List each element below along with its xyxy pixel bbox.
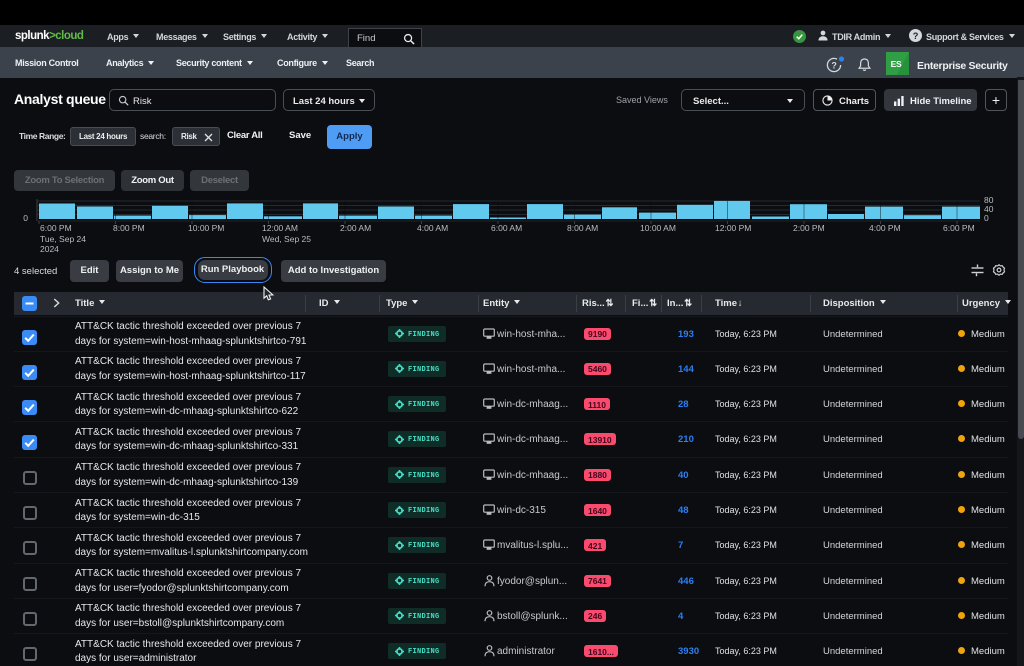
svg-text:8:00 PM: 8:00 PM [113, 223, 145, 233]
svg-text:10:00 PM: 10:00 PM [188, 223, 224, 233]
svg-text:10:00 AM: 10:00 AM [640, 223, 676, 233]
svg-text:6:00 AM: 6:00 AM [491, 223, 522, 233]
svg-text:4:00 PM: 4:00 PM [869, 223, 901, 233]
svg-text:4:00 AM: 4:00 AM [417, 223, 448, 233]
svg-text:0: 0 [23, 213, 28, 223]
svg-text:Wed, Sep 25: Wed, Sep 25 [262, 234, 311, 244]
svg-text:12:00 AM: 12:00 AM [262, 223, 298, 233]
svg-text:2:00 PM: 2:00 PM [793, 223, 825, 233]
svg-text:ES: ES [891, 59, 902, 69]
svg-text:2024: 2024 [40, 244, 59, 254]
svg-text:?: ? [913, 31, 919, 41]
svg-text:8:00 AM: 8:00 AM [567, 223, 598, 233]
svg-text:6:00 PM: 6:00 PM [40, 223, 72, 233]
svg-text:6:00 PM: 6:00 PM [943, 223, 975, 233]
svg-text:0: 0 [984, 213, 989, 223]
svg-text:Tue, Sep 24: Tue, Sep 24 [40, 234, 86, 244]
svg-text:12:00 PM: 12:00 PM [715, 223, 751, 233]
svg-text:?: ? [831, 61, 836, 71]
svg-text:2:00 AM: 2:00 AM [340, 223, 371, 233]
